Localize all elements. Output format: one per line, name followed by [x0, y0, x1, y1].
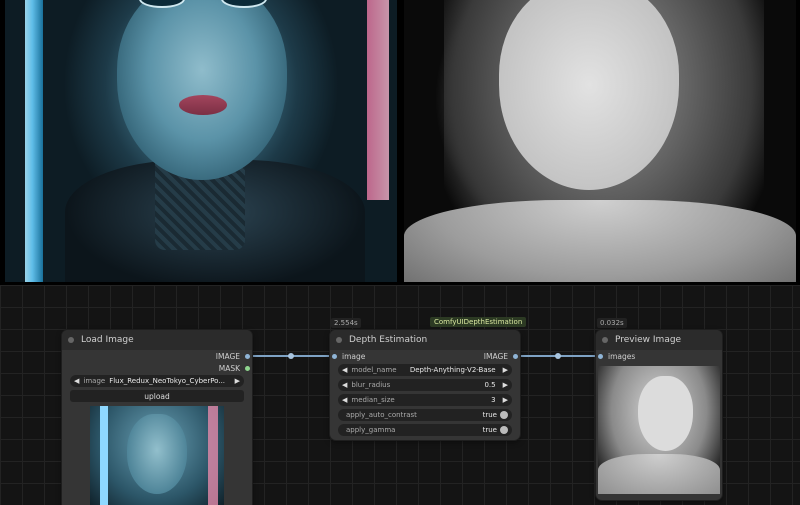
- neon-light-left: [25, 0, 43, 282]
- preview-depth-thumbnail: [598, 366, 720, 494]
- output-image-row: IMAGE: [216, 350, 250, 362]
- right-arrow-icon[interactable]: ▶: [499, 396, 512, 404]
- apply-gamma-value: true: [482, 426, 497, 434]
- wire-midpoint-1[interactable]: [288, 353, 294, 359]
- median-size-label: median_size: [351, 396, 395, 404]
- toggle-on-icon[interactable]: [500, 411, 508, 419]
- wire-midpoint-2[interactable]: [555, 353, 561, 359]
- median-size-value: 3: [491, 396, 496, 404]
- apply-auto-contrast-label: apply_auto_contrast: [346, 411, 417, 419]
- preview-shoulder: [598, 454, 720, 494]
- left-eye: [139, 0, 185, 8]
- thumb-face: [127, 414, 187, 494]
- model-name-label: model_name: [351, 366, 397, 374]
- depth-estimation-node[interactable]: Depth Estimation image IMAGE ◀ model_nam…: [330, 330, 520, 440]
- output-mask-label: MASK: [218, 363, 240, 373]
- image-widget-label: image: [83, 377, 106, 385]
- apply-gamma-label: apply_gamma: [346, 426, 396, 434]
- preview-image-node[interactable]: Preview Image images: [596, 330, 722, 500]
- preview-input-label: images: [608, 351, 636, 361]
- preview-face: [638, 376, 693, 451]
- depth-shoulder: [404, 200, 796, 282]
- upload-button[interactable]: upload: [70, 390, 244, 402]
- apply-gamma-toggle[interactable]: apply_gamma true: [338, 424, 512, 436]
- load-image-thumbnail: [90, 406, 224, 505]
- input-image-port[interactable]: [332, 353, 337, 359]
- right-arrow-icon[interactable]: ▶: [499, 381, 512, 389]
- depth-timing-badge: 2.554s: [331, 318, 361, 328]
- input-image-label: image: [342, 351, 366, 361]
- preview-timing-badge: 0.032s: [597, 318, 627, 328]
- output-mask-row: MASK: [219, 362, 250, 374]
- left-arrow-icon[interactable]: ◀: [338, 366, 351, 374]
- toggle-on-icon[interactable]: [500, 426, 508, 434]
- depth-output-image-label: IMAGE: [483, 351, 508, 361]
- preview-input-row: images: [598, 350, 635, 362]
- thumb-neon-left: [100, 406, 108, 505]
- left-arrow-icon[interactable]: ◀: [338, 381, 351, 389]
- depth-output-image-row: IMAGE: [484, 350, 518, 362]
- depth-node-tag: ComfyUIDepthEstimation: [430, 317, 527, 327]
- blur-radius-value: 0.5: [484, 381, 496, 389]
- source-image-large: [5, 0, 397, 282]
- cyber-face: [117, 0, 287, 180]
- node-graph-canvas[interactable]: Load Image IMAGE MASK ◀ image Flux_Redux…: [0, 285, 800, 505]
- collapse-dot-icon[interactable]: [336, 337, 342, 343]
- left-arrow-icon[interactable]: ◀: [70, 377, 83, 385]
- load-image-title: Load Image: [81, 335, 134, 345]
- collapse-dot-icon[interactable]: [68, 337, 74, 343]
- depth-estimation-title: Depth Estimation: [349, 335, 428, 345]
- image-widget-value: Flux_Redux_NeoTokyo_CyberPo...: [109, 377, 226, 385]
- right-arrow-icon[interactable]: ▶: [231, 377, 244, 385]
- depth-estimation-header[interactable]: Depth Estimation: [330, 330, 520, 350]
- output-mask-port[interactable]: [245, 365, 250, 371]
- apply-auto-contrast-toggle[interactable]: apply_auto_contrast true: [338, 409, 512, 421]
- collapse-dot-icon[interactable]: [602, 337, 608, 343]
- depth-map-large: [404, 0, 796, 282]
- left-arrow-icon[interactable]: ◀: [338, 396, 351, 404]
- apply-auto-contrast-value: true: [482, 411, 497, 419]
- neon-light-right: [367, 0, 389, 200]
- model-name-value: Depth-Anything-V2-Base: [409, 366, 496, 374]
- image-select-widget[interactable]: ◀ image Flux_Redux_NeoTokyo_CyberPo... ▶: [70, 375, 244, 387]
- input-image-row: image: [332, 350, 365, 362]
- blur-radius-widget[interactable]: ◀ blur_radius 0.5 ▶: [338, 379, 512, 391]
- lips: [179, 95, 227, 115]
- load-image-header[interactable]: Load Image: [62, 330, 252, 350]
- median-size-widget[interactable]: ◀ median_size 3 ▶: [338, 394, 512, 406]
- output-image-port[interactable]: [245, 353, 250, 359]
- right-eye: [221, 0, 267, 8]
- preview-image-header[interactable]: Preview Image: [596, 330, 722, 350]
- top-image-area: [0, 0, 800, 285]
- preview-image-title: Preview Image: [615, 335, 682, 345]
- right-arrow-icon[interactable]: ▶: [499, 366, 512, 374]
- model-name-widget[interactable]: ◀ model_name Depth-Anything-V2-Base ▶: [338, 364, 512, 376]
- output-image-label: IMAGE: [215, 351, 240, 361]
- depth-output-image-port[interactable]: [513, 353, 518, 359]
- load-image-node[interactable]: Load Image IMAGE MASK ◀ image Flux_Redux…: [62, 330, 252, 505]
- preview-input-port[interactable]: [598, 353, 603, 359]
- blur-radius-label: blur_radius: [351, 381, 391, 389]
- thumb-neon-right: [208, 406, 218, 505]
